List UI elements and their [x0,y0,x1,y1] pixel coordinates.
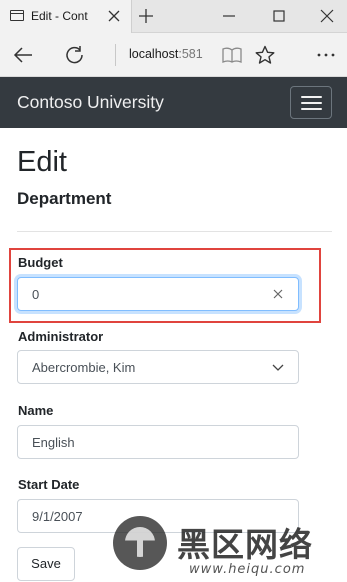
refresh-icon[interactable] [64,45,86,65]
administrator-label: Administrator [18,329,104,344]
hamburger-icon-bar [301,108,322,110]
watermark-logo-icon [113,516,167,570]
page-title: Edit [17,146,67,178]
window-close-icon[interactable] [317,6,337,26]
hamburger-icon-bar [301,102,322,104]
address-separator [115,44,116,66]
url-field[interactable]: localhost:581 [124,43,217,67]
tab-close-icon[interactable] [104,6,124,26]
browser-address-bar: localhost:581 [0,33,347,77]
url-host: localhost [129,47,179,61]
name-value: English [32,435,75,450]
start-date-label: Start Date [18,477,80,492]
navbar-toggler-button[interactable] [290,86,332,119]
administrator-value: Abercrombie, Kim [32,360,136,375]
url-port: :581 [178,47,203,61]
budget-label: Budget [18,255,63,270]
watermark: 黑区网络 www.heiqu.com [107,512,347,582]
site-navbar: Contoso University [0,77,347,128]
reading-view-icon[interactable] [221,45,243,65]
watermark-text: 黑区网络 [177,525,313,564]
browser-tab-bar: Edit - Cont [0,0,347,33]
chevron-down-icon [272,364,284,371]
favorite-star-icon[interactable] [254,45,276,65]
browser-tab[interactable]: Edit - Cont [0,0,132,33]
divider [17,231,332,232]
tab-title: Edit - Cont [31,9,88,23]
name-label: Name [18,403,54,418]
name-input[interactable]: English [17,425,299,459]
budget-value: 0 [32,287,40,302]
back-arrow-icon[interactable] [12,45,34,65]
save-button[interactable]: Save [17,547,75,581]
tab-page-icon [10,10,24,21]
minimize-icon[interactable] [219,6,239,26]
more-options-icon[interactable] [315,45,337,65]
administrator-select[interactable]: Abercrombie, Kim [17,350,299,384]
maximize-icon[interactable] [269,6,289,26]
clear-input-icon[interactable] [272,288,284,300]
page-subtitle: Department [17,189,112,208]
new-tab-icon[interactable] [136,6,156,26]
navbar-brand[interactable]: Contoso University [17,92,164,113]
watermark-url: www.heiqu.com [189,562,306,577]
hamburger-icon-bar [301,96,322,98]
start-date-value: 9/1/2007 [32,509,83,524]
budget-input[interactable]: 0 [17,277,299,311]
